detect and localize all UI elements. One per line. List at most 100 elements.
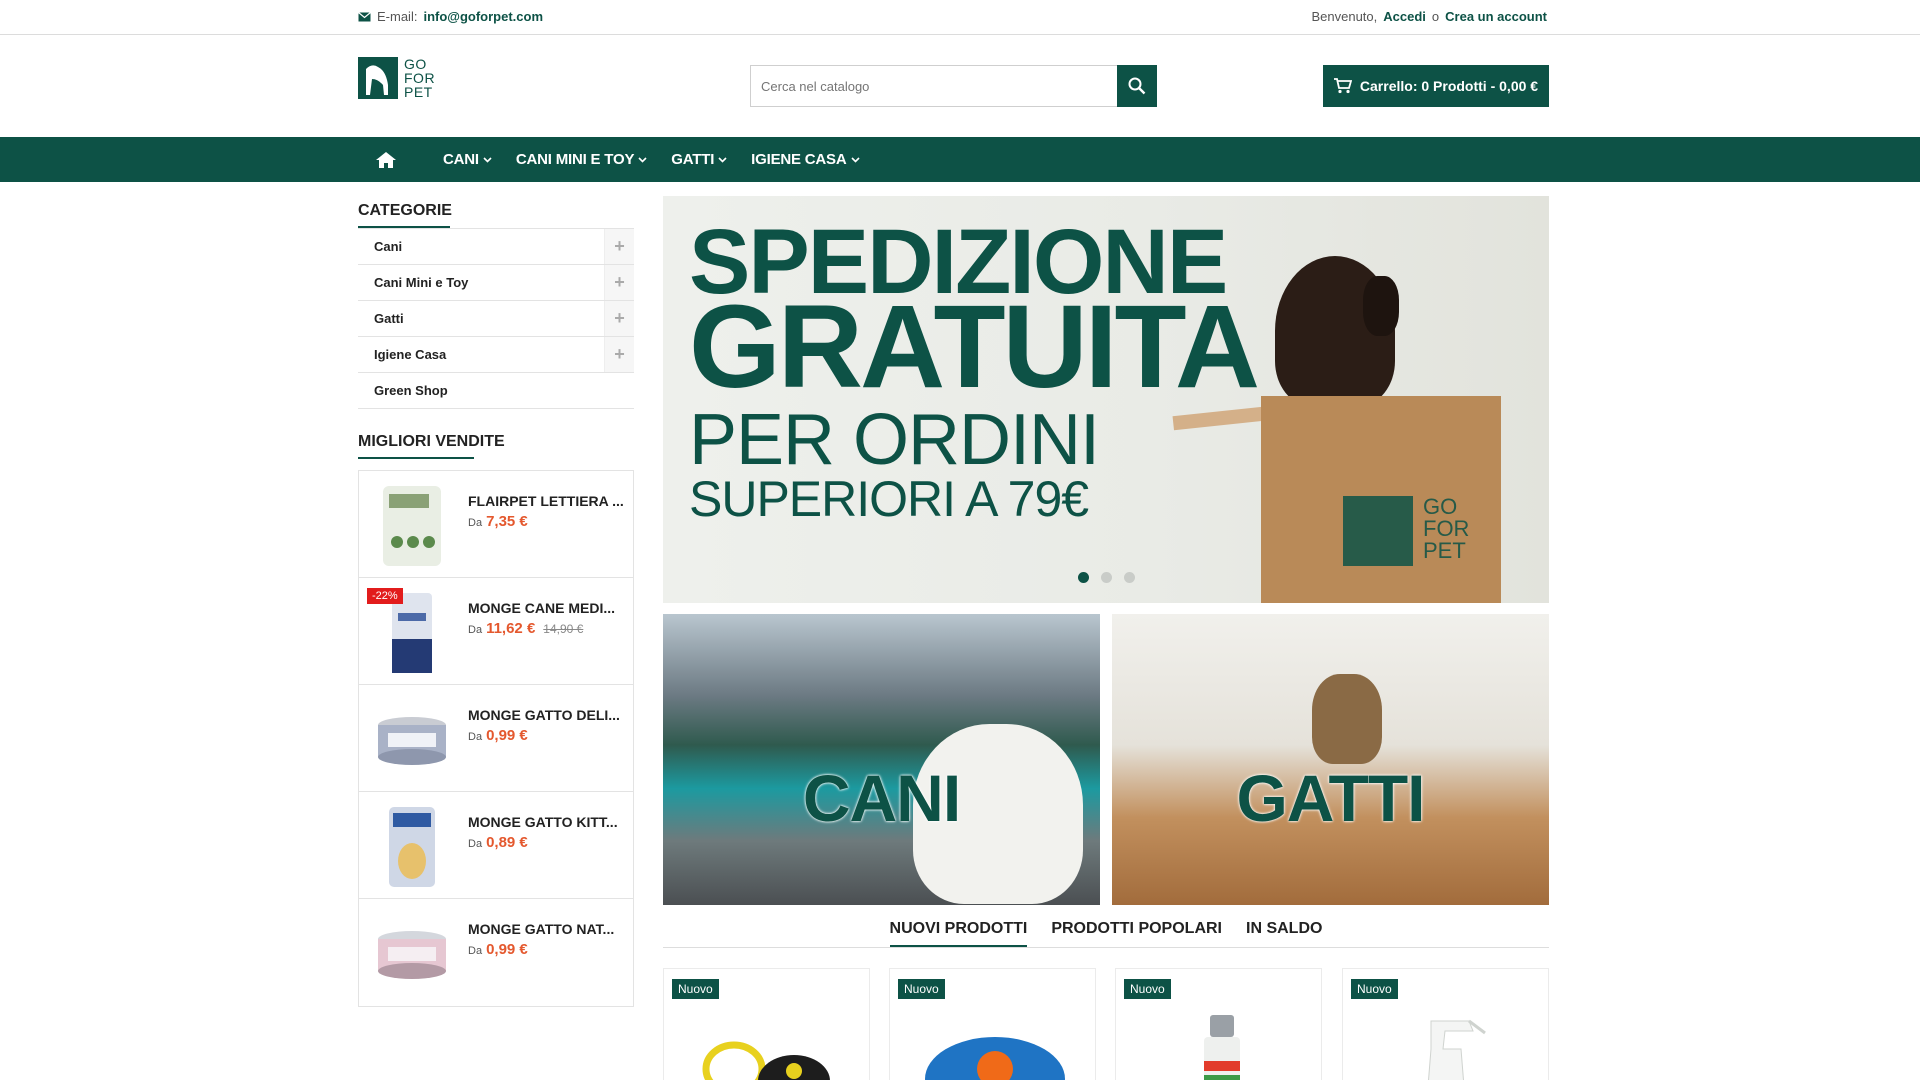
chevron-down-icon xyxy=(718,156,727,163)
logo-text-go: GO xyxy=(404,56,427,72)
slider-dot-2[interactable] xyxy=(1101,572,1112,583)
home-icon xyxy=(376,151,396,168)
slider-dots xyxy=(1078,572,1135,583)
email-label: E-mail: xyxy=(377,9,418,24)
home-button[interactable] xyxy=(375,151,397,169)
best-sellers-list: FLAIRPET LETTIERA ... Da 7,35 € -22% MONG… xyxy=(358,470,634,1007)
nav-item-label: CANI xyxy=(443,151,479,168)
nav-item-gatti[interactable]: GATTI xyxy=(671,151,727,168)
login-link[interactable]: Accedi xyxy=(1383,9,1426,24)
category-label: Igiene Casa xyxy=(374,347,447,362)
search-input[interactable] xyxy=(750,65,1117,107)
product-price: Da 0,89 € xyxy=(468,834,528,851)
nav-item-igiene-casa[interactable]: IGIENE CASA xyxy=(751,151,860,168)
expand-plus-icon[interactable]: + xyxy=(604,229,634,264)
box-logo-icon xyxy=(1343,496,1413,566)
tile-label-gatti: GATTI xyxy=(1236,761,1425,835)
hero-headline-2: GRATUITA xyxy=(689,281,1260,413)
box-logo-text: GO FOR PET xyxy=(1423,496,1469,562)
chevron-down-icon xyxy=(850,156,860,163)
product-name[interactable]: MONGE GATTO DELI... xyxy=(468,707,620,723)
logo-text-pet: PET xyxy=(404,84,433,100)
welcome-text: Benvenuto, xyxy=(1311,9,1378,24)
envelope-icon xyxy=(358,11,371,21)
best-sellers-title: MIGLIORI VENDITE xyxy=(358,433,505,459)
slider-dot-3[interactable] xyxy=(1124,572,1135,583)
product-name[interactable]: FLAIRPET LETTIERA ... xyxy=(468,493,624,509)
product-card[interactable]: Nuovo xyxy=(889,968,1096,1080)
discount-badge: -22% xyxy=(367,588,403,604)
categories-title-text: CATEGORIE xyxy=(358,202,452,219)
product-tabs: NUOVI PRODOTTI PRODOTTI POPOLARI IN SALD… xyxy=(663,920,1549,948)
expand-plus-icon[interactable]: + xyxy=(604,265,634,300)
email-link[interactable]: info@goforpet.com xyxy=(423,9,543,24)
old-price: 14,90 € xyxy=(543,622,584,636)
category-label: Gatti xyxy=(374,311,404,326)
cart-label: Carrello: 0 Prodotti - 0,00 € xyxy=(1359,78,1539,94)
cart-button[interactable]: Carrello: 0 Prodotti - 0,00 € xyxy=(1323,65,1549,107)
nav-item-label: CANI MINI E TOY xyxy=(515,151,635,168)
spray-bottle-product-image xyxy=(1204,1015,1240,1080)
list-item[interactable]: MONGE GATTO KITT... Da 0,89 € xyxy=(359,792,633,899)
product-name[interactable]: MONGE GATTO KITT... xyxy=(468,814,618,830)
product-card[interactable]: Nuovo xyxy=(663,968,870,1080)
create-account-link[interactable]: Crea un account xyxy=(1445,9,1547,24)
category-label: Cani xyxy=(374,239,403,254)
hero-headline-3: PER ORDINI xyxy=(689,400,1100,480)
main-navigation: CANI CANI MINI E TOY GATTI IGIENE CASA xyxy=(0,137,1920,182)
search-button[interactable] xyxy=(1117,65,1157,107)
chevron-down-icon xyxy=(483,156,492,163)
chevron-down-icon xyxy=(638,156,647,163)
expand-plus-icon[interactable]: + xyxy=(604,301,634,336)
category-item-cani-mini-e-toy[interactable]: Cani Mini e Toy + xyxy=(358,265,634,301)
tab-nuovi-prodotti[interactable]: NUOVI PRODOTTI xyxy=(889,920,1028,947)
product-thumbnail[interactable] xyxy=(373,909,451,997)
blue-clicker-product-image xyxy=(925,1037,1065,1080)
category-item-gatti[interactable]: Gatti + xyxy=(358,301,634,337)
category-item-igiene-casa[interactable]: Igiene Casa + xyxy=(358,337,634,373)
search-bar xyxy=(750,65,1157,107)
tab-prodotti-popolari[interactable]: PRODOTTI POPOLARI xyxy=(1051,920,1222,947)
price-value: 0,89 € xyxy=(486,834,528,851)
box-logo-for: FOR xyxy=(1423,516,1470,541)
category-item-cani[interactable]: Cani + xyxy=(358,229,634,265)
category-tile-gatti[interactable]: GATTI xyxy=(1112,614,1549,905)
account-links: Benvenuto, Accedi o Crea un account xyxy=(1311,9,1547,24)
shopping-cart-icon xyxy=(1333,78,1352,94)
list-item[interactable]: FLAIRPET LETTIERA ... Da 7,35 € xyxy=(359,471,633,578)
slider-dot-1[interactable] xyxy=(1078,572,1089,583)
clicker-product-image xyxy=(702,1041,830,1080)
new-badge: Nuovo xyxy=(898,979,945,999)
category-label: Green Shop xyxy=(374,383,448,398)
product-thumbnail[interactable] xyxy=(373,481,451,569)
nav-item-cani-mini-e-toy[interactable]: CANI MINI E TOY xyxy=(516,151,647,168)
nav-item-label: IGIENE CASA xyxy=(751,151,847,168)
box-logo-go: GO xyxy=(1423,494,1458,519)
price-value: 7,35 € xyxy=(486,513,528,530)
new-badge: Nuovo xyxy=(672,979,719,999)
price-from-label: Da xyxy=(468,624,483,636)
expand-plus-icon[interactable]: + xyxy=(604,337,634,372)
logo-text: GO FOR PET xyxy=(404,57,435,99)
nav-item-cani[interactable]: CANI xyxy=(443,151,492,168)
list-item[interactable]: -22% MONGE CANE MEDI... Da 11,62 € 14,90 € xyxy=(359,578,633,685)
site-logo[interactable]: GO FOR PET xyxy=(358,56,438,100)
tab-in-saldo[interactable]: IN SALDO xyxy=(1246,920,1322,947)
trigger-spray-product-image xyxy=(1428,1019,1486,1080)
category-tile-cani[interactable]: CANI xyxy=(663,614,1100,905)
hero-banner-slider[interactable]: SPEDIZIONE GRATUITA PER ORDINI SUPERIORI… xyxy=(663,196,1549,603)
product-card[interactable]: Nuovo xyxy=(1115,968,1322,1080)
category-label: Cani Mini e Toy xyxy=(374,275,469,290)
new-badge: Nuovo xyxy=(1124,979,1171,999)
list-item[interactable]: MONGE GATTO NAT... Da 0,99 € xyxy=(359,899,633,1006)
product-card[interactable]: Nuovo xyxy=(1342,968,1549,1080)
product-price: Da 7,35 € xyxy=(468,513,528,530)
product-name[interactable]: MONGE CANE MEDI... xyxy=(468,600,615,616)
list-item[interactable]: MONGE GATTO DELI... Da 0,99 € xyxy=(359,685,633,792)
product-price: Da 0,99 € xyxy=(468,727,528,744)
contact-email: E-mail: info@goforpet.com xyxy=(358,9,543,24)
product-name[interactable]: MONGE GATTO NAT... xyxy=(468,921,614,937)
category-item-green-shop[interactable]: Green Shop xyxy=(358,373,634,409)
product-thumbnail[interactable] xyxy=(373,802,451,890)
product-thumbnail[interactable] xyxy=(373,695,451,783)
